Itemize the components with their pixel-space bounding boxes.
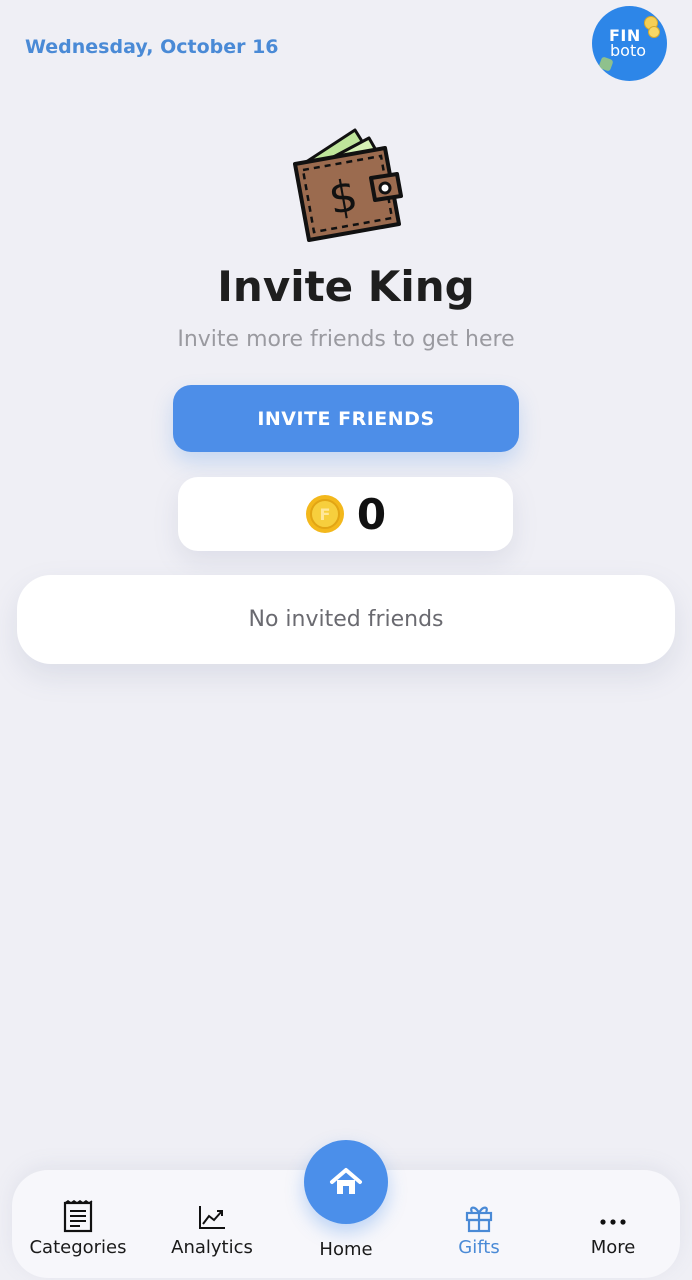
tab-analytics-label: Analytics — [171, 1237, 253, 1258]
tab-gifts-label: Gifts — [458, 1237, 500, 1258]
empty-friends-text: No invited friends — [248, 607, 444, 632]
invited-friends-list: No invited friends — [17, 575, 675, 664]
page-subtitle: Invite more friends to get here — [177, 327, 515, 352]
svg-text:F: F — [319, 505, 330, 524]
logo-boto-text: boto — [610, 41, 647, 60]
coin-icon: F — [305, 495, 344, 533]
more-dots-icon — [600, 1219, 626, 1225]
chart-line-icon — [199, 1206, 225, 1229]
gift-icon — [465, 1206, 493, 1233]
tab-home-label: Home — [319, 1239, 373, 1260]
receipt-icon — [63, 1200, 93, 1233]
tab-categories[interactable]: Categories — [18, 1200, 138, 1258]
tab-gifts[interactable]: Gifts — [419, 1200, 539, 1258]
date-label: Wednesday, October 16 — [25, 36, 279, 58]
coin-count: 0 — [356, 489, 387, 539]
invite-friends-label: INVITE FRIENDS — [257, 407, 435, 430]
page-title: Invite King — [217, 262, 475, 311]
tab-analytics[interactable]: Analytics — [152, 1200, 272, 1258]
wallet-icon: $ — [293, 128, 403, 242]
logo-coin-icon — [648, 26, 660, 38]
coin-balance-card: F 0 — [178, 477, 513, 551]
invite-friends-button[interactable]: INVITE FRIENDS — [173, 385, 519, 452]
home-button[interactable] — [304, 1140, 388, 1224]
tab-more-label: More — [590, 1237, 636, 1258]
tab-categories-label: Categories — [29, 1237, 127, 1258]
finboto-logo[interactable]: FIN boto — [592, 6, 667, 81]
logo-leaf-icon — [598, 56, 614, 72]
tab-more[interactable]: More — [553, 1200, 673, 1258]
home-icon — [330, 1168, 362, 1194]
